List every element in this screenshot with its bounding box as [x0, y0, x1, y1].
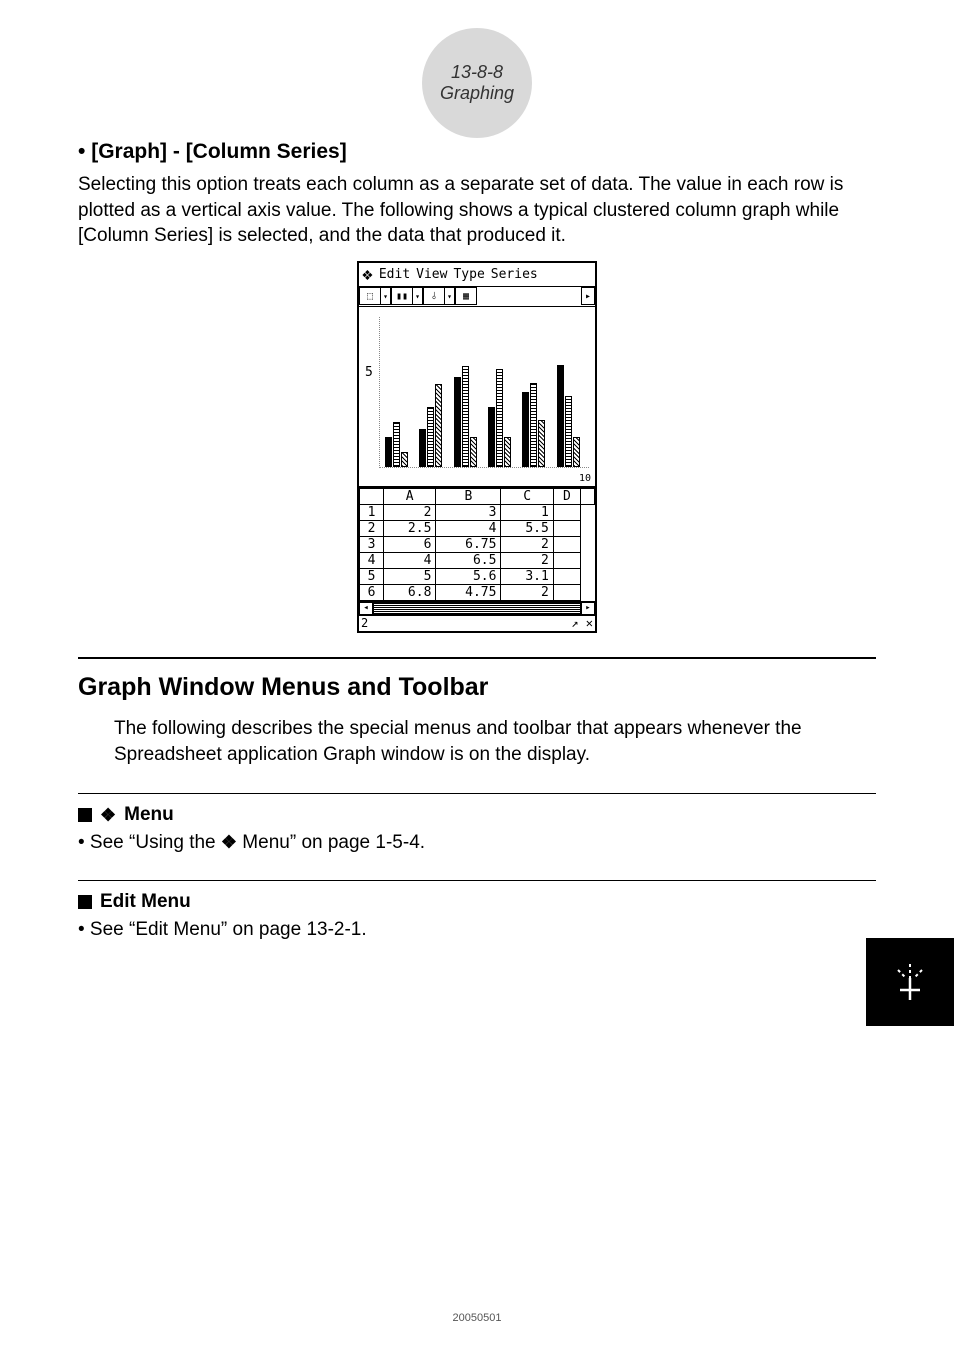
os-menu-icon[interactable]: ❖: [362, 264, 373, 285]
cell[interactable]: [553, 552, 580, 568]
col-header[interactable]: D: [553, 488, 580, 504]
footer-stamp: 20050501: [0, 1312, 954, 1324]
page-header-badge: 13-8-8 Graphing: [422, 28, 532, 138]
y-tick-label: 5: [365, 365, 373, 380]
menu-series[interactable]: Series: [491, 267, 538, 282]
edit-menu-reference: • See “Edit Menu” on page 13-2-1.: [78, 919, 876, 941]
close-icon[interactable]: ✕: [586, 616, 593, 630]
os-menu-icon: ❖: [100, 805, 116, 826]
cell[interactable]: 4: [436, 520, 501, 536]
col-header[interactable]: B: [436, 488, 501, 504]
bar-groups: [385, 317, 585, 467]
cell[interactable]: 2: [501, 536, 553, 552]
bar-chart-dropdown[interactable]: ▾: [413, 287, 423, 305]
toolbar-scroll-right-icon[interactable]: ▸: [581, 287, 595, 305]
table-row: 366.752: [360, 536, 595, 552]
cell[interactable]: 5: [384, 568, 436, 584]
cell[interactable]: 2: [384, 504, 436, 520]
table-row: 1231: [360, 504, 595, 520]
cell[interactable]: 2: [501, 552, 553, 568]
square-bullet-icon: [78, 895, 92, 909]
side-tab-icon: [866, 938, 954, 1026]
cell[interactable]: [553, 504, 580, 520]
spreadsheet-area: A B C D 123122.545.5366.752446.52555.63.…: [359, 487, 595, 631]
cell[interactable]: 6.5: [436, 552, 501, 568]
row-header[interactable]: 3: [360, 536, 384, 552]
row-header[interactable]: 1: [360, 504, 384, 520]
edit-menu-heading: Edit Menu: [78, 891, 876, 913]
table-header-row: A B C D: [360, 488, 595, 504]
resize-handle-icon[interactable]: ↗: [571, 616, 578, 630]
table-row: 446.52: [360, 552, 595, 568]
section-paragraph: The following describes the special menu…: [114, 716, 876, 767]
cell[interactable]: [553, 520, 580, 536]
cell[interactable]: 4.75: [436, 584, 501, 600]
col-header[interactable]: A: [384, 488, 436, 504]
horizontal-scrollbar[interactable]: [373, 602, 581, 615]
table-row: 555.63.1: [360, 568, 595, 584]
toolbar: ⬚ ▾ ▮▮ ▾ ⫰ ▾ ▦ ▸: [359, 287, 595, 307]
cell[interactable]: [553, 536, 580, 552]
os-menu-reference: • See “Using the ❖ Menu” on page 1-5-4.: [78, 832, 876, 854]
x-tick-label: 10: [579, 473, 591, 484]
row-header[interactable]: 2: [360, 520, 384, 536]
row-header[interactable]: 4: [360, 552, 384, 568]
vertical-scrollbar[interactable]: [581, 488, 595, 504]
cell[interactable]: 3: [436, 504, 501, 520]
scroll-right-icon[interactable]: ▸: [581, 602, 595, 615]
subsection-paragraph: Selecting this option treats each column…: [78, 172, 876, 249]
page-ref: 13-8-8: [451, 62, 503, 83]
select-tool-dropdown[interactable]: ▾: [381, 287, 391, 305]
row-header[interactable]: 6: [360, 584, 384, 600]
col-header[interactable]: C: [501, 488, 553, 504]
grid-icon[interactable]: ▦: [455, 287, 477, 305]
cell[interactable]: 2: [501, 584, 553, 600]
line-chart-icon[interactable]: ⫰: [423, 287, 445, 305]
cell[interactable]: 3.1: [501, 568, 553, 584]
menu-type[interactable]: Type: [453, 267, 484, 282]
active-cell-indicator: 2: [361, 616, 368, 631]
cell[interactable]: [553, 568, 580, 584]
chart-area: 5 10: [359, 307, 595, 487]
os-menu-icon: ❖: [221, 832, 237, 852]
divider: [78, 793, 876, 794]
divider: [78, 880, 876, 881]
square-bullet-icon: [78, 808, 92, 822]
scroll-left-icon[interactable]: ◂: [359, 602, 373, 615]
cell[interactable]: 6.75: [436, 536, 501, 552]
menubar: ❖ Edit View Type Series: [359, 263, 595, 287]
line-chart-dropdown[interactable]: ▾: [445, 287, 455, 305]
cell[interactable]: 2.5: [384, 520, 436, 536]
select-tool-icon[interactable]: ⬚: [359, 287, 381, 305]
os-menu-heading: ❖ Menu: [78, 804, 876, 826]
cell[interactable]: [553, 584, 580, 600]
section-heading: Graph Window Menus and Toolbar: [78, 673, 876, 702]
divider: [78, 657, 876, 659]
row-header[interactable]: 5: [360, 568, 384, 584]
device-screenshot: ❖ Edit View Type Series ⬚ ▾ ▮▮ ▾ ⫰ ▾ ▦ ▸: [357, 261, 597, 633]
status-bar: 2 ↗ ✕: [359, 615, 595, 631]
table-row: 66.84.752: [360, 584, 595, 600]
cell[interactable]: 5.6: [436, 568, 501, 584]
cell[interactable]: 1: [501, 504, 553, 520]
cell[interactable]: 6.8: [384, 584, 436, 600]
cell[interactable]: 5.5: [501, 520, 553, 536]
menu-edit[interactable]: Edit: [379, 267, 410, 282]
bar-chart-icon[interactable]: ▮▮: [391, 287, 413, 305]
subsection-heading: • [Graph] - [Column Series]: [78, 140, 876, 164]
cell[interactable]: 4: [384, 552, 436, 568]
menu-view[interactable]: View: [416, 267, 447, 282]
section-name: Graphing: [440, 83, 514, 104]
cell[interactable]: 6: [384, 536, 436, 552]
table-row: 22.545.5: [360, 520, 595, 536]
